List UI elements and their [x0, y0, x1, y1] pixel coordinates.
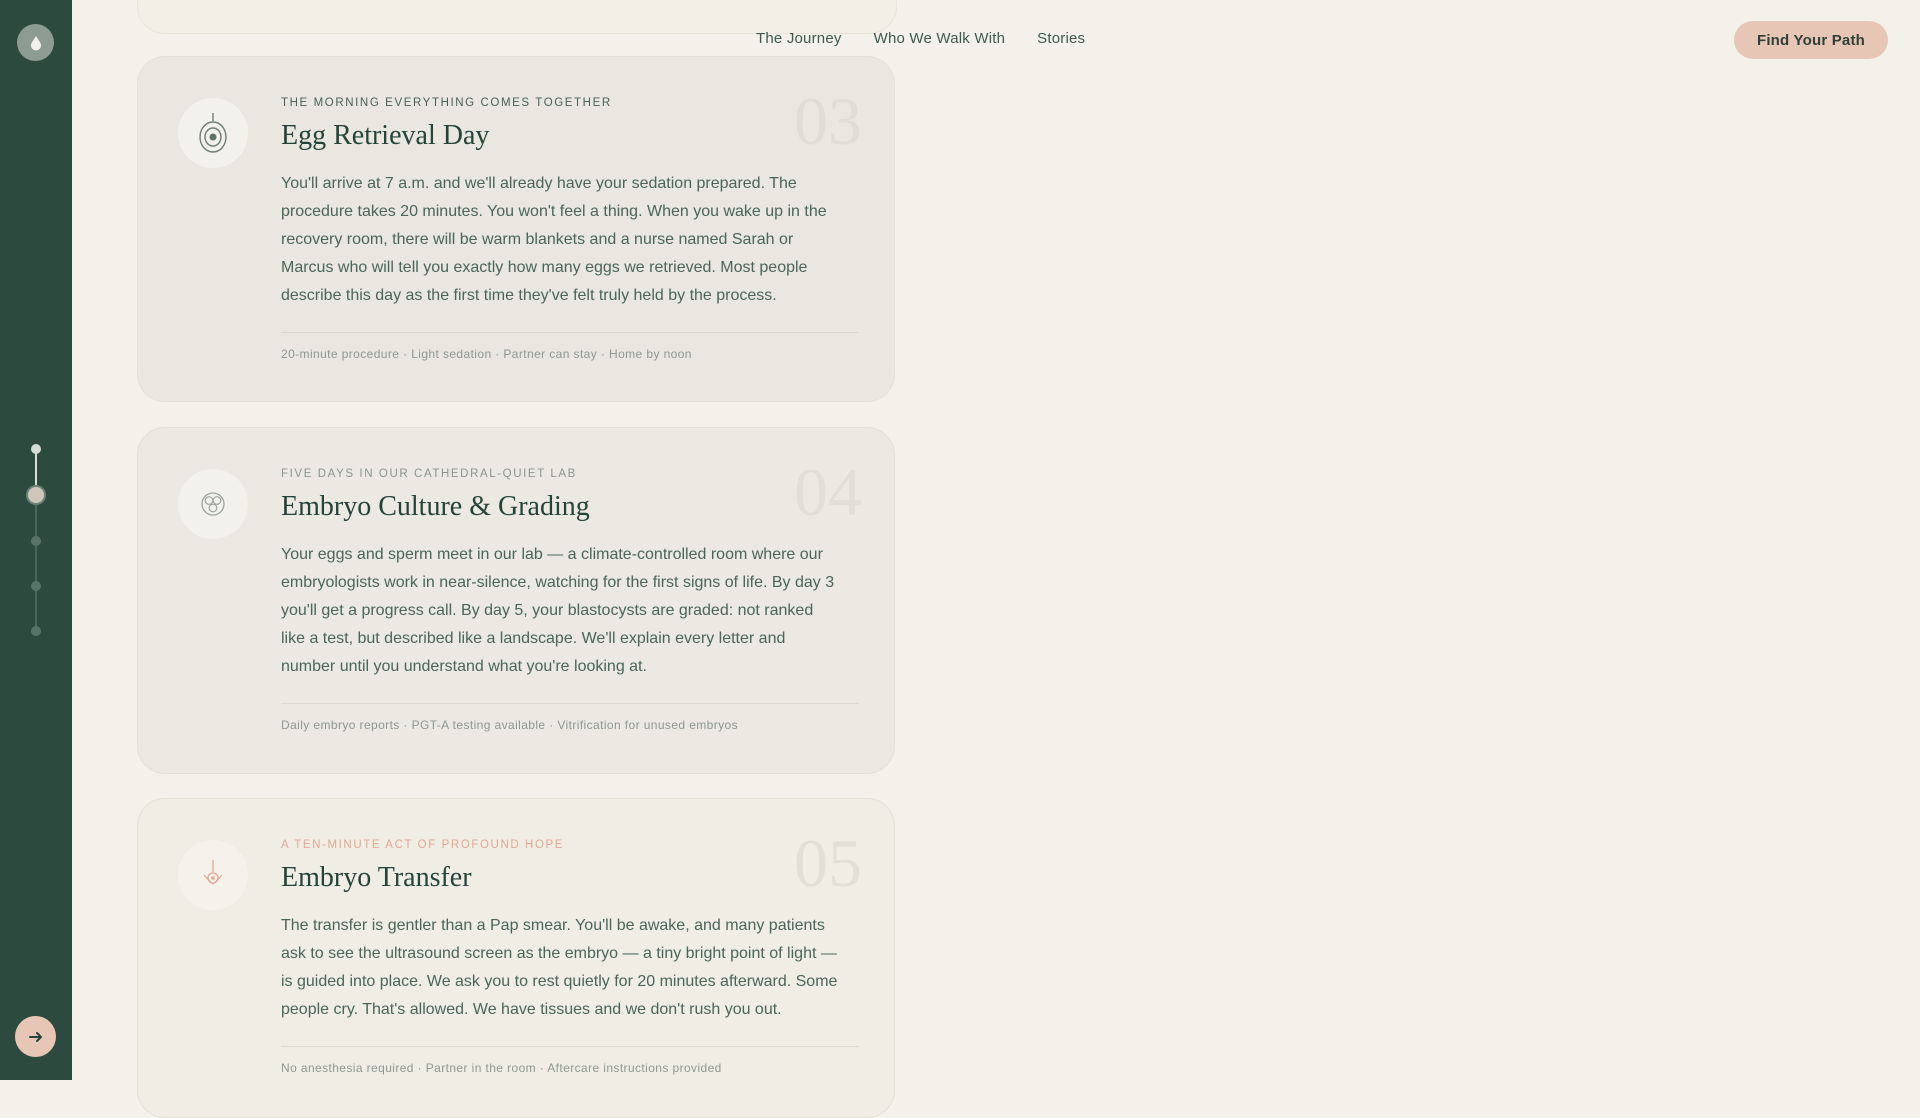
progress-dot-5[interactable]: [31, 626, 41, 636]
progress-dot-3[interactable]: [31, 536, 41, 546]
find-your-path-button[interactable]: Find Your Path: [1734, 21, 1888, 59]
card-content: FIVE DAYS IN OUR CATHEDRAL-QUIET LAB Emb…: [281, 468, 859, 732]
card-content: THE MORNING EVERYTHING COMES TOGETHER Eg…: [281, 97, 859, 361]
embryo-cells-icon: [201, 492, 225, 516]
card-title: Egg Retrieval Day: [281, 120, 490, 151]
card-content: A TEN-MINUTE ACT OF PROFOUND HOPE Embryo…: [281, 839, 859, 1075]
card-icon-badge: [178, 98, 248, 168]
transfer-icon: [203, 860, 223, 885]
card-eyebrow: THE MORNING EVERYTHING COMES TOGETHER: [281, 97, 612, 109]
side-rail: [0, 0, 72, 1080]
card-eyebrow: A TEN-MINUTE ACT OF PROFOUND HOPE: [281, 839, 565, 851]
card-divider: [281, 702, 859, 704]
nav-the-journey[interactable]: The Journey: [756, 30, 842, 47]
card-icon-badge: [178, 469, 248, 539]
drop-icon: [30, 35, 41, 50]
card-icon-badge: [178, 840, 248, 910]
card-divider: [281, 1045, 859, 1047]
top-nav: The Journey Who We Walk With Stories: [756, 30, 1085, 47]
card-title: Embryo Transfer: [281, 862, 472, 893]
journey-card-embryo-culture: 04 FIVE DAYS IN OUR CATHEDRAL-QUIET LAB …: [137, 427, 895, 774]
previous-card-edge: [137, 0, 897, 34]
card-description: You'll arrive at 7 a.m. and we'll alread…: [281, 174, 827, 304]
journey-card-embryo-transfer: 05 A TEN-MINUTE ACT OF PROFOUND HOPE Emb…: [137, 798, 895, 1118]
nav-stories[interactable]: Stories: [1037, 30, 1085, 47]
card-description: The transfer is gentler than a Pap smear…: [281, 916, 838, 1018]
logo[interactable]: [17, 24, 54, 61]
card-description: Your eggs and sperm meet in our lab — a …: [281, 545, 835, 675]
progress-dot-1[interactable]: [31, 444, 41, 454]
progress-dot-4[interactable]: [31, 581, 41, 591]
card-details: No anesthesia required · Partner in the …: [281, 1060, 722, 1075]
card-title: Embryo Culture & Grading: [281, 491, 590, 522]
arrow-right-icon: [28, 1031, 42, 1042]
progress-dot-2[interactable]: [28, 487, 44, 503]
card-divider: [281, 331, 859, 333]
next-button[interactable]: [15, 1016, 56, 1057]
nav-who-we-walk-with[interactable]: Who We Walk With: [874, 30, 1006, 47]
card-details: 20-minute procedure · Light sedation · P…: [281, 346, 692, 361]
card-details: Daily embryo reports · PGT-A testing ava…: [281, 717, 739, 732]
egg-icon: [199, 113, 227, 153]
card-eyebrow: FIVE DAYS IN OUR CATHEDRAL-QUIET LAB: [281, 468, 577, 480]
journey-card-egg-retrieval: 03 THE MORNING EVERYTHING COMES TOGETHER…: [137, 56, 895, 402]
